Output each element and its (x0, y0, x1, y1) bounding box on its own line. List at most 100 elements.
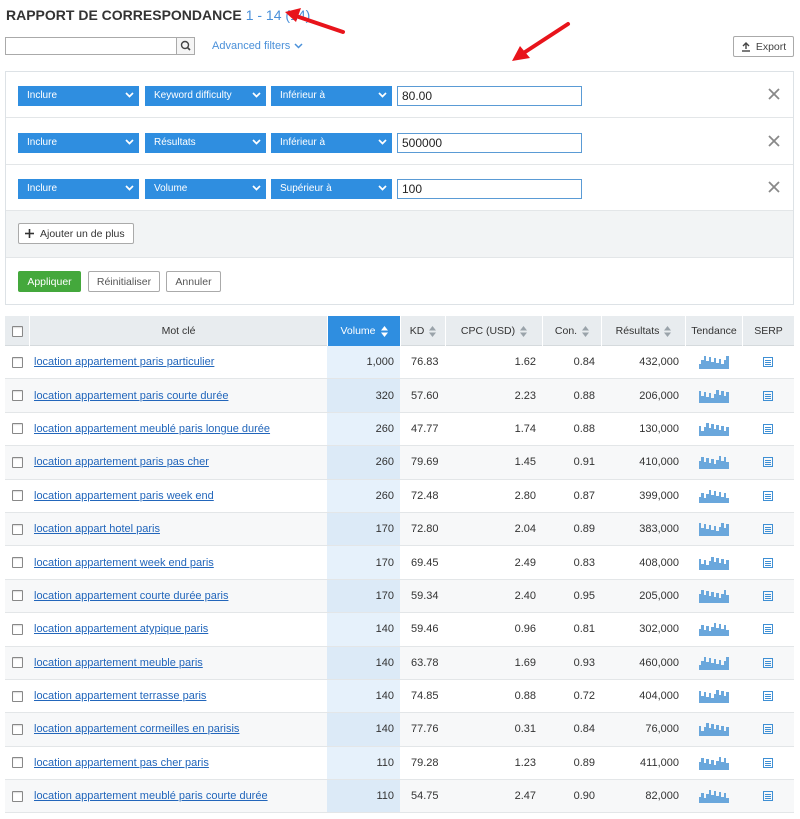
keyword-link[interactable]: location appartement pas cher paris (34, 757, 209, 769)
apply-button[interactable]: Appliquer (18, 271, 81, 292)
serp-icon[interactable] (763, 357, 773, 368)
header-kd[interactable]: KD (400, 316, 445, 346)
serp-icon[interactable] (763, 590, 773, 601)
serp-icon[interactable] (763, 390, 773, 401)
field-dropdown[interactable]: Volume (145, 179, 266, 199)
select-all-checkbox[interactable] (11, 325, 23, 337)
field-dropdown[interactable]: Résultats (145, 132, 266, 153)
row-checkbox[interactable] (11, 723, 23, 735)
row-checkbox[interactable] (11, 523, 23, 535)
keyword-cell: location appartement week end paris (34, 546, 324, 578)
serp-icon[interactable] (763, 423, 773, 434)
serp-icon[interactable] (763, 624, 773, 635)
trend-sparkline (698, 689, 729, 704)
con-cell: 0.91 (573, 456, 595, 469)
header-con[interactable]: Con. (542, 316, 601, 346)
row-checkbox[interactable] (11, 790, 23, 802)
keyword-link[interactable]: location appartement paris week end (34, 490, 214, 502)
keyword-link[interactable]: location appartement week end paris (34, 557, 214, 569)
serp-icon[interactable] (763, 457, 773, 468)
keyword-link[interactable]: location appartement paris particulier (34, 356, 214, 368)
include-value: Inclure (27, 90, 58, 101)
keyword-link[interactable]: location appartement meublé paris longue… (34, 423, 270, 435)
trend-sparkline (698, 556, 729, 570)
keyword-link[interactable]: location appartement terrasse paris (34, 690, 206, 702)
export-button[interactable]: Export (733, 36, 794, 57)
keyword-link[interactable]: location appartement courte durée paris (34, 590, 228, 602)
results-cell: 408,000 (639, 556, 679, 569)
include-dropdown[interactable]: Inclure (18, 179, 139, 199)
con-cell: 0.81 (573, 623, 595, 636)
search-button[interactable] (176, 38, 194, 54)
search-input[interactable] (6, 38, 177, 54)
operator-dropdown[interactable]: Inférieur à (271, 86, 392, 106)
header-results[interactable]: Résultats (601, 316, 685, 346)
keyword-link[interactable]: location appartement meuble paris (34, 657, 203, 669)
cancel-button[interactable]: Annuler (166, 271, 221, 292)
header-cpc-label: CPC (USD) (460, 325, 516, 337)
header-cpc[interactable]: CPC (USD) (445, 316, 542, 346)
serp-icon[interactable] (763, 524, 773, 535)
serp-icon[interactable] (763, 724, 773, 735)
serp-icon[interactable] (763, 657, 773, 668)
row-checkbox[interactable] (11, 390, 23, 402)
row-checkbox[interactable] (11, 456, 23, 468)
results-table: Mot clé Volume KD CPC (USD) Con. Résulta… (5, 316, 794, 814)
keyword-link[interactable]: location appart hotel paris (34, 523, 160, 535)
keyword-link[interactable]: location appartement paris pas cher (34, 456, 209, 468)
header-keyword[interactable]: Mot clé (29, 316, 327, 346)
table-row: location appartement week end paris 170 69… (5, 546, 794, 580)
add-filter-button[interactable]: Ajouter un de plus (18, 223, 134, 244)
operator-dropdown[interactable]: Inférieur à (271, 132, 392, 153)
row-checkbox[interactable] (11, 356, 23, 368)
filter-value-input[interactable]: 80.00 (397, 86, 582, 106)
row-checkbox[interactable] (11, 623, 23, 635)
include-dropdown[interactable]: Inclure (18, 86, 139, 106)
row-checkbox[interactable] (11, 490, 23, 502)
volume-cell: 110 (327, 780, 400, 813)
report-title: RAPPORT DE CORRESPONDANCE (6, 7, 242, 23)
serp-icon[interactable] (763, 691, 773, 702)
keyword-cell: location appartement meublé paris courte… (34, 780, 324, 812)
table-row: location appart hotel paris 170 72.80 2.04 0… (5, 512, 794, 547)
row-checkbox[interactable] (11, 423, 23, 435)
advanced-filters-link[interactable]: Advanced filters (212, 40, 303, 52)
close-icon[interactable] (768, 88, 780, 100)
serp-icon[interactable] (763, 490, 773, 501)
add-filter-zone: Ajouter un de plus (6, 211, 793, 258)
include-value: Inclure (27, 136, 58, 148)
row-checkbox[interactable] (11, 657, 23, 669)
kd-cell: 74.85 (411, 690, 439, 703)
keyword-link[interactable]: location appartement atypique paris (34, 623, 208, 635)
operator-dropdown[interactable]: Supérieur à (271, 179, 392, 199)
row-checkbox[interactable] (11, 690, 23, 702)
keyword-link[interactable]: location appartement cormeilles en paris… (34, 723, 239, 735)
row-checkbox[interactable] (11, 757, 23, 769)
row-checkbox[interactable] (11, 590, 23, 602)
keyword-link[interactable]: location appartement paris courte durée (34, 390, 228, 402)
table-row: location appartement pas cher paris 110 79… (5, 746, 794, 781)
chevron-down-icon (252, 138, 261, 145)
serp-icon[interactable] (763, 791, 773, 802)
results-cell: 76,000 (645, 723, 679, 736)
operator-value: Inférieur à (280, 136, 326, 148)
serp-icon[interactable] (763, 557, 773, 568)
results-cell: 130,000 (639, 422, 679, 435)
results-cell: 404,000 (639, 690, 679, 703)
field-dropdown[interactable]: Keyword difficulty (145, 86, 266, 106)
serp-icon[interactable] (763, 757, 773, 768)
header-volume[interactable]: Volume (327, 316, 400, 346)
volume-cell: 1,000 (327, 346, 400, 379)
results-cell: 302,000 (639, 623, 679, 636)
filter-value-input[interactable]: 100 (397, 179, 582, 199)
reset-button[interactable]: Réinitialiser (88, 271, 160, 292)
row-select (5, 480, 29, 512)
filter-value-input[interactable]: 500000 (397, 132, 582, 153)
include-dropdown[interactable]: Inclure (18, 132, 139, 153)
keyword-link[interactable]: location appartement meublé paris courte… (34, 790, 268, 802)
close-icon[interactable] (768, 181, 780, 193)
row-checkbox[interactable] (11, 557, 23, 569)
keyword-cell: location appartement pas cher paris (34, 747, 324, 779)
close-icon[interactable] (768, 134, 780, 147)
kd-cell: 59.46 (411, 623, 439, 636)
